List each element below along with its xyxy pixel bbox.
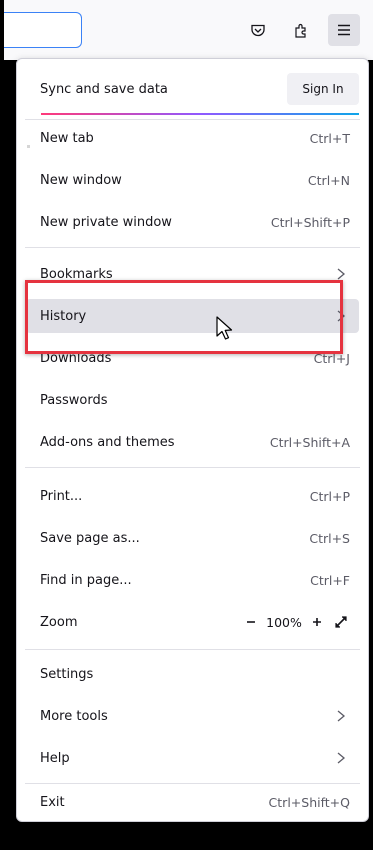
menu-item-new-window[interactable]: New window Ctrl+N — [26, 163, 359, 197]
plus-icon — [313, 618, 321, 626]
separator — [25, 783, 360, 784]
menu-item-label: Add-ons and themes — [40, 434, 175, 450]
app-menu-button[interactable] — [328, 14, 360, 46]
menu-item-more-tools[interactable]: More tools — [26, 699, 359, 733]
menu-item-zoom: Zoom 100% — [26, 605, 359, 639]
separator — [25, 247, 360, 248]
shortcut-label: Ctrl+T — [309, 130, 350, 146]
separator — [25, 467, 360, 468]
chevron-right-icon — [331, 752, 359, 764]
pocket-icon — [250, 22, 266, 38]
extensions-button[interactable] — [285, 14, 317, 46]
sync-label: Sync and save data — [40, 81, 168, 97]
accent-gradient-line — [41, 113, 359, 115]
menu-item-exit[interactable]: Exit Ctrl+Shift+Q — [26, 785, 359, 819]
sync-row: Sync and save data Sign In — [26, 73, 359, 105]
menu-item-help[interactable]: Help — [26, 741, 359, 775]
menu-item-label: Help — [40, 750, 70, 766]
menu-item-passwords[interactable]: Passwords — [26, 383, 359, 417]
pocket-button[interactable] — [242, 14, 274, 46]
zoom-label: Zoom — [40, 614, 78, 630]
menu-item-label: Passwords — [40, 392, 108, 408]
menu-item-label: New window — [40, 172, 122, 188]
menu-item-label: New private window — [40, 214, 172, 230]
shortcut-label: Ctrl+Shift+Q — [268, 794, 350, 810]
shortcut-label: Ctrl+Shift+A — [269, 434, 350, 450]
annotation-highlight-box — [25, 280, 343, 354]
menu-item-new-private-window[interactable]: New private window Ctrl+Shift+P — [26, 205, 359, 239]
fullscreen-button[interactable] — [329, 610, 353, 634]
zoom-level[interactable]: 100% — [263, 615, 305, 630]
menu-item-find-in-page[interactable]: Find in page... Ctrl+F — [26, 563, 359, 597]
mouse-cursor-icon — [216, 316, 234, 346]
menu-item-print[interactable]: Print... Ctrl+P — [26, 479, 359, 513]
menu-item-label: More tools — [40, 708, 108, 724]
menu-item-label: Find in page... — [40, 572, 132, 588]
menu-item-label: Exit — [40, 794, 65, 810]
shortcut-label: Ctrl+N — [307, 172, 350, 188]
shortcut-label: Ctrl+Shift+P — [270, 214, 350, 230]
shortcut-label: Ctrl+S — [309, 530, 350, 546]
fullscreen-icon — [335, 616, 347, 628]
bottom-background — [0, 822, 373, 850]
app-menu-panel: Sync and save data Sign In New tab Ctrl+… — [16, 58, 369, 822]
zoom-controls: 100% — [239, 610, 359, 634]
shortcut-label: Ctrl+F — [310, 572, 350, 588]
zoom-out-button[interactable] — [239, 610, 263, 634]
menu-item-new-tab[interactable]: New tab Ctrl+T — [26, 121, 359, 155]
separator — [25, 119, 360, 120]
url-bar[interactable] — [4, 12, 82, 48]
menu-item-settings[interactable]: Settings — [26, 657, 359, 691]
sign-in-button[interactable]: Sign In — [287, 73, 359, 105]
separator — [25, 649, 360, 650]
browser-toolbar — [4, 0, 373, 60]
shortcut-label: Ctrl+P — [309, 488, 350, 504]
minus-icon — [247, 621, 255, 623]
menu-item-label: New tab — [40, 130, 94, 146]
menu-item-label: Save page as... — [40, 530, 140, 546]
hamburger-menu-icon — [336, 22, 352, 38]
zoom-in-button[interactable] — [305, 610, 329, 634]
chevron-right-icon — [331, 268, 359, 280]
extensions-icon — [293, 22, 309, 38]
menu-item-addons-themes[interactable]: Add-ons and themes Ctrl+Shift+A — [26, 425, 359, 459]
chevron-right-icon — [331, 710, 359, 722]
menu-item-label: Print... — [40, 488, 83, 504]
menu-item-save-page-as[interactable]: Save page as... Ctrl+S — [26, 521, 359, 555]
menu-item-label: Settings — [40, 666, 94, 682]
